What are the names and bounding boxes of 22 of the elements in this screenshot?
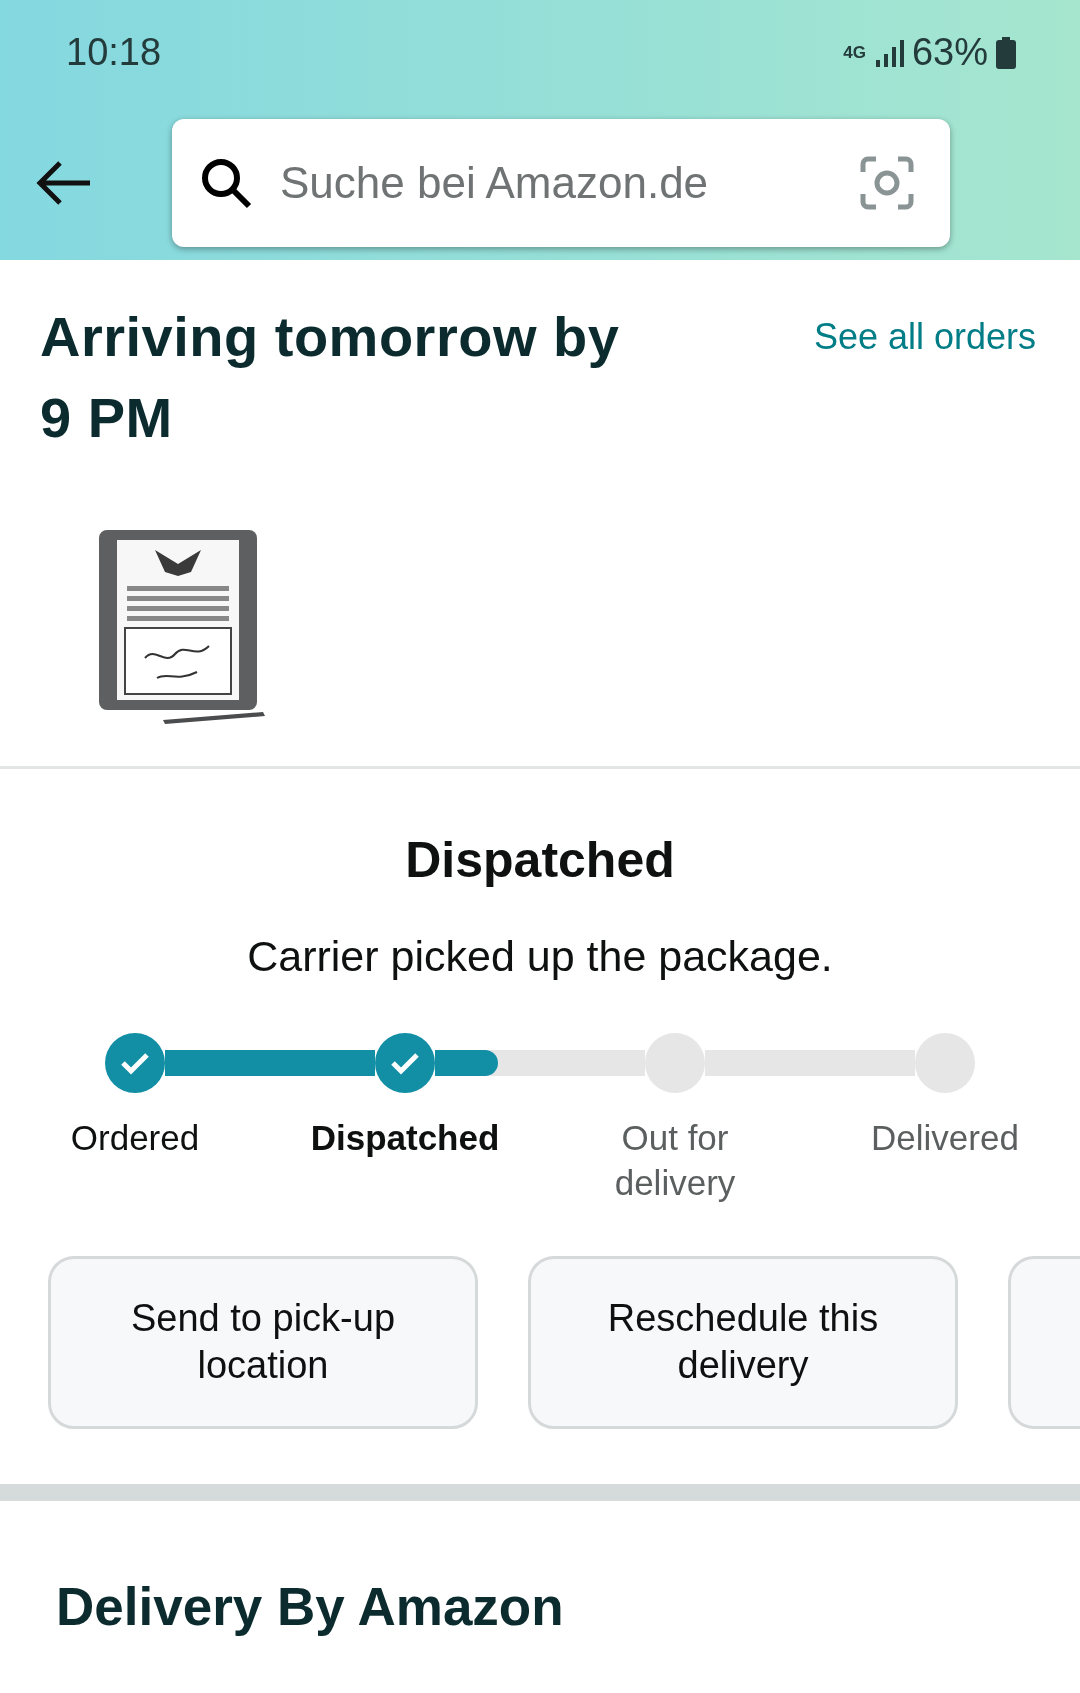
section-heading: Delivery By Amazon — [55, 1575, 565, 1638]
battery-icon — [996, 36, 1016, 69]
clock-time: 10:18 — [66, 30, 162, 75]
search-bar[interactable]: Suche bei Amazon.de — [172, 118, 950, 247]
signal-icon — [873, 37, 904, 68]
step-label: Delivered — [870, 1116, 1020, 1159]
back-arrow-icon[interactable] — [36, 160, 92, 205]
status-title: Dispatched — [404, 831, 676, 891]
action-button[interactable]: Reschedule this delivery — [528, 1255, 958, 1429]
see-all-orders-link[interactable]: See all orders — [813, 310, 1036, 459]
action-button[interactable]: Send to pick-up location — [48, 1255, 478, 1429]
network-type: 4G — [843, 44, 866, 61]
order-heading: Arriving tomorrow by 9 PM — [40, 304, 621, 452]
step-label: Ordered — [69, 1116, 201, 1159]
step-label: Dispatched — [309, 1116, 501, 1159]
search-icon — [200, 156, 252, 209]
camera-icon[interactable] — [860, 155, 914, 210]
progress-fill — [435, 1049, 498, 1076]
status-message: Carrier picked up the package. — [246, 931, 834, 983]
search-field[interactable]: Suche bei Amazon.de — [278, 148, 860, 217]
step-label: Out for delivery — [613, 1116, 737, 1205]
battery-percent: 63% — [911, 30, 988, 75]
